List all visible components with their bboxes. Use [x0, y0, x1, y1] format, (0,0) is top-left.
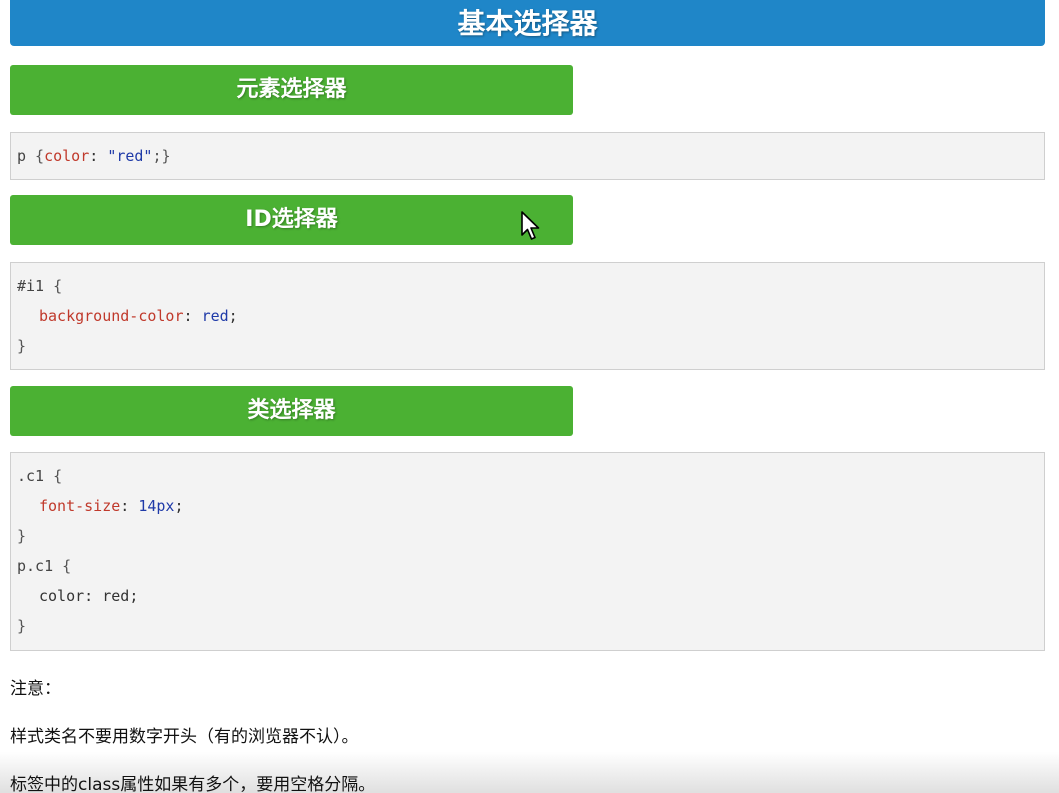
code-property: color	[39, 587, 85, 605]
code-line: font-size: 14px;	[17, 491, 1038, 521]
code-line: p {color: "red";}	[17, 141, 1038, 171]
code-colon: :	[120, 497, 139, 515]
code-brace: {	[44, 467, 63, 485]
code-property: background-color	[39, 307, 184, 325]
code-line: }	[17, 611, 1038, 641]
code-brace: {	[53, 557, 72, 575]
note-line-2: 标签中的class属性如果有多个，要用空格分隔。	[10, 775, 376, 793]
code-property: color	[44, 147, 90, 165]
code-selector: p	[17, 147, 27, 165]
code-line: color: red;	[17, 581, 1038, 611]
section-header-element-selector: 元素选择器	[10, 65, 573, 115]
code-colon: :	[84, 587, 103, 605]
code-brace-close: }	[17, 617, 27, 635]
code-value: red	[102, 587, 130, 605]
code-brace-close: ;}	[152, 147, 171, 165]
page-title: 基本选择器	[10, 0, 1045, 46]
code-value: red	[201, 307, 229, 325]
code-block-element-selector: p {color: "red";}	[10, 132, 1045, 180]
mouse-pointer-icon	[521, 211, 540, 240]
code-colon: :	[89, 147, 108, 165]
code-selector: .c1	[17, 467, 45, 485]
code-brace-close: }	[17, 337, 27, 355]
code-line: }	[17, 521, 1038, 551]
code-brace: {	[44, 277, 63, 295]
code-line: background-color: red;	[17, 301, 1038, 331]
note-heading: 注意：	[10, 679, 61, 699]
code-selector: p.c1	[17, 557, 54, 575]
code-semicolon: ;	[129, 587, 139, 605]
section-header-id-selector: ID选择器	[10, 195, 573, 245]
code-line: .c1 {	[17, 461, 1038, 491]
code-line: #i1 {	[17, 271, 1038, 301]
code-block-class-selector: .c1 { font-size: 14px; } p.c1 { color: r…	[10, 452, 1045, 651]
code-value: 14px	[138, 497, 175, 515]
code-block-id-selector: #i1 { background-color: red; }	[10, 262, 1045, 370]
code-brace: {	[26, 147, 45, 165]
code-line: }	[17, 331, 1038, 361]
code-selector: #i1	[17, 277, 45, 295]
code-semicolon: ;	[228, 307, 238, 325]
code-value: "red"	[107, 147, 153, 165]
section-header-class-selector: 类选择器	[10, 386, 573, 436]
code-line: p.c1 {	[17, 551, 1038, 581]
code-brace-close: }	[17, 527, 27, 545]
code-property: font-size	[39, 497, 121, 515]
code-semicolon: ;	[174, 497, 184, 515]
code-colon: :	[183, 307, 202, 325]
note-line-1: 样式类名不要用数字开头（有的浏览器不认）。	[10, 727, 359, 747]
